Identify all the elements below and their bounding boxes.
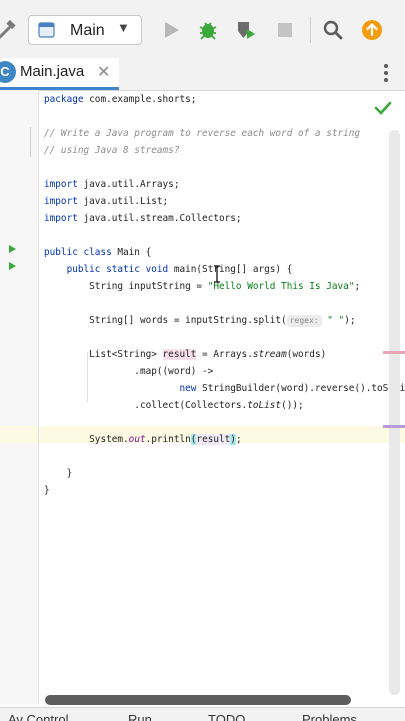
code-line: package com.example.shorts; <box>44 94 197 105</box>
update-icon[interactable] <box>361 19 383 41</box>
parameter-hint: regex: <box>286 315 322 327</box>
java-class-icon: C <box>0 61 16 83</box>
run-icon[interactable] <box>160 19 182 41</box>
main-toolbar: Main ▼ <box>0 0 405 59</box>
more-options-icon[interactable] <box>381 63 391 83</box>
debug-icon[interactable] <box>197 19 219 41</box>
hammer-icon[interactable] <box>0 19 18 41</box>
coverage-icon[interactable] <box>235 19 257 41</box>
code-line: // Write a Java program to reverse each … <box>44 128 361 139</box>
code-line: public class Main { <box>44 247 152 258</box>
run-class-gutter-icon[interactable] <box>9 245 16 253</box>
toolbar-separator <box>310 17 311 43</box>
fold-guide <box>30 127 31 157</box>
code-line: .collect(Collectors.toList()); <box>44 400 304 411</box>
text-cursor-icon <box>214 265 220 283</box>
close-icon[interactable]: ✕ <box>97 62 110 82</box>
tab-main-java[interactable]: C Main.java ✕ <box>0 58 119 90</box>
horizontal-scrollbar[interactable] <box>45 695 351 705</box>
error-stripe-marker[interactable] <box>383 351 405 354</box>
run-config-label: Main <box>70 22 105 39</box>
run-main-gutter-icon[interactable] <box>9 262 16 270</box>
vertical-scrollbar[interactable] <box>389 130 400 695</box>
code-line: new StringBuilder(word).reverse().toStri… <box>44 383 405 394</box>
code-line: String inputString = "Hello World This I… <box>44 281 361 292</box>
code-line: import java.util.stream.Collectors; <box>44 213 242 224</box>
tab-label: Main.java <box>20 63 85 80</box>
code-line: } <box>44 485 50 496</box>
run-configuration-select[interactable]: Main ▼ <box>28 15 142 45</box>
code-editor[interactable]: package com.example.shorts; // Write a J… <box>39 90 405 705</box>
code-line: .map((word) -> <box>44 366 214 377</box>
editor-tabs: C Main.java ✕ <box>0 58 405 91</box>
code-line: import java.util.Arrays; <box>44 179 180 190</box>
checkmark-icon[interactable] <box>374 100 392 116</box>
code-line: String[] words = inputString.split(regex… <box>44 315 356 327</box>
run-config-icon <box>38 22 55 38</box>
search-icon[interactable] <box>322 19 344 41</box>
code-line: System.out.println(result); <box>44 434 242 445</box>
gutter-caret-row <box>0 426 38 443</box>
code-line: import java.util.List; <box>44 196 169 207</box>
tool-window-bar: Av Control Run TODO Problems <box>0 707 405 721</box>
chevron-down-icon: ▼ <box>117 20 130 35</box>
code-line: List<String> result = Arrays.stream(word… <box>44 349 327 360</box>
stop-icon[interactable] <box>274 19 296 41</box>
code-line: } <box>44 468 73 479</box>
code-content: package com.example.shorts; // Write a J… <box>44 90 405 496</box>
error-stripe-marker[interactable] <box>383 425 405 428</box>
code-line: public static void main(String[] args) { <box>44 264 293 275</box>
editor-gutter <box>0 90 39 705</box>
code-line: // using Java 8 streams? <box>44 145 180 156</box>
